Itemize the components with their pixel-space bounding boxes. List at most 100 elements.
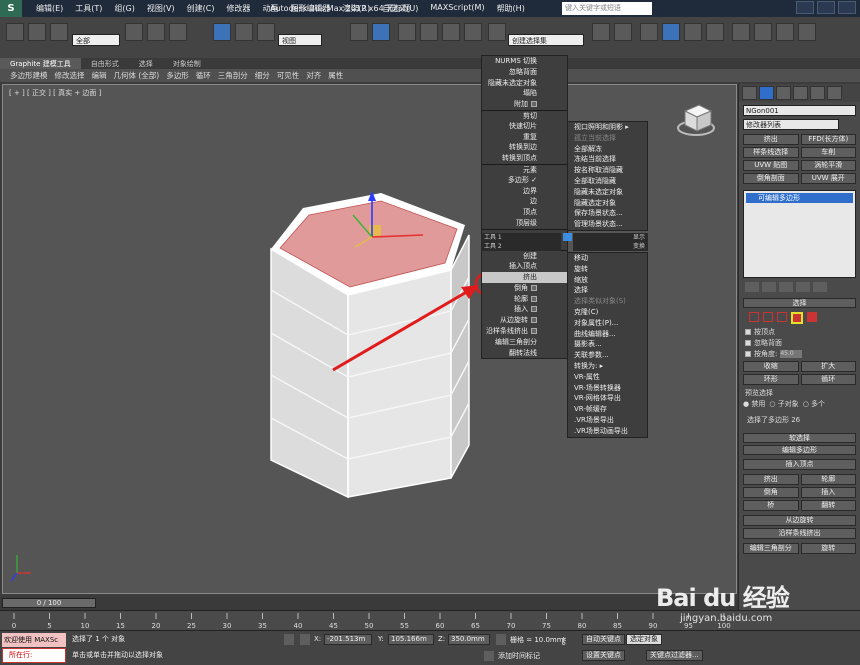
viewcube-icon[interactable] [677, 104, 715, 136]
quad-left-item-5[interactable]: 剪切 [482, 109, 567, 121]
selection-filter-dropdown[interactable]: 全部 [72, 34, 120, 46]
quad-right-bottom-item-11[interactable]: VR-属性 [568, 372, 647, 383]
modifier-list-dropdown[interactable]: 修改器列表 [743, 119, 839, 130]
border-level-icon[interactable] [777, 312, 787, 322]
flip-button[interactable]: 翻转 [800, 500, 856, 511]
render-setup-icon[interactable] [754, 23, 772, 41]
ribbon-panel-7[interactable]: 细分 [255, 70, 270, 81]
ribbon-panel-10[interactable]: 属性 [328, 70, 343, 81]
quad-left-item-2[interactable]: 隐藏未选定对象 [482, 78, 567, 89]
by-angle-checkbox[interactable]: 按角度: 45.0 [739, 348, 860, 359]
create-tab-icon[interactable] [742, 86, 757, 100]
modifier-button-1[interactable]: FFD(长方体) [800, 134, 856, 145]
quad-right-bottom-item-5[interactable]: 克隆(C) [568, 307, 647, 318]
maximize-button[interactable] [817, 1, 835, 14]
graphite-toggle-icon[interactable] [662, 23, 680, 41]
quad-right-bottom-item-1[interactable]: 旋转 [568, 264, 647, 275]
menu-item-0[interactable]: 编辑(E) [36, 3, 63, 14]
quad-right-bottom-item-0[interactable]: 移动 [568, 253, 647, 264]
ribbon-panel-0[interactable]: 多边形建模 [10, 70, 48, 81]
menu-item-4[interactable]: 创建(C) [187, 3, 215, 14]
quad-right-top-item-8[interactable]: 保存场景状态... [568, 208, 647, 219]
ribbon-panel-2[interactable]: 编辑 [92, 70, 107, 81]
snap-toggle-icon[interactable] [398, 23, 416, 41]
quad-right-bottom-item-13[interactable]: VR-网格体导出 [568, 393, 647, 404]
time-tag-icon[interactable] [484, 651, 494, 661]
quad-left-item-20[interactable]: 挤出 [482, 271, 567, 283]
turn-button[interactable]: 旋转 [800, 543, 856, 554]
add-time-tag[interactable]: 添加时间标记 [498, 651, 540, 661]
select-object-icon[interactable] [125, 23, 143, 41]
absolute-mode-icon[interactable] [300, 634, 310, 645]
rotate-icon[interactable] [235, 23, 253, 41]
redo-icon[interactable] [28, 23, 46, 41]
quad-left-item-1[interactable]: 忽略背面 [482, 67, 567, 78]
angle-snap-icon[interactable] [420, 23, 438, 41]
quad-left-item-11[interactable]: 多边形 ✓ [482, 175, 567, 186]
ngon-object[interactable] [270, 191, 470, 499]
modifier-button-2[interactable]: 样条线选择 [743, 147, 799, 158]
schematic-view-icon[interactable] [706, 23, 724, 41]
quad-right-top-item-0[interactable]: 视口照明和阴影 ▸ [568, 122, 647, 133]
ring-button[interactable]: 环形 [743, 374, 799, 385]
undo-icon[interactable] [6, 23, 24, 41]
ribbon-tab-0[interactable]: Graphite 建模工具 [0, 58, 81, 69]
mode-indicator[interactable]: 所在行: [2, 648, 66, 663]
modifier-button-4[interactable]: UVW 贴图 [743, 160, 799, 171]
shrink-button[interactable]: 收缩 [743, 361, 799, 372]
link-icon[interactable] [50, 23, 68, 41]
menu-item-10[interactable]: MAXScript(M) [430, 3, 484, 14]
mirror-icon[interactable] [592, 23, 610, 41]
ribbon-tab-1[interactable]: 自由形式 [81, 58, 129, 69]
settings-box-icon[interactable] [531, 327, 537, 334]
preview-option-0[interactable]: ● 禁用 [743, 399, 765, 409]
bridge-button[interactable]: 桥 [743, 500, 799, 511]
settings-box-icon[interactable] [531, 284, 537, 291]
hinge-from-edge-button[interactable]: 从边旋转 [743, 515, 856, 526]
select-manipulate-icon[interactable] [372, 23, 390, 41]
quad-left-item-19[interactable]: 插入顶点 [482, 261, 567, 272]
vertex-level-icon[interactable] [749, 312, 759, 322]
modifier-button-5[interactable]: 涡轮平滑 [800, 160, 856, 171]
grow-button[interactable]: 扩大 [800, 361, 856, 372]
quad-right-bottom-item-15[interactable]: .VR场景导出 [568, 415, 647, 426]
quad-left-item-9[interactable]: 转换到顶点 [482, 153, 567, 164]
insert-vertex-button[interactable]: 插入顶点 [743, 459, 856, 470]
modifier-button-6[interactable]: 倒角剖面 [743, 173, 799, 184]
edit-polygons-rollout[interactable]: 编辑多边形 [743, 445, 856, 455]
quad-right-bottom-item-16[interactable]: .VR场景动画导出 [568, 426, 647, 437]
ribbon-panel-8[interactable]: 可见性 [277, 70, 300, 81]
key-filters-button[interactable]: 关键点过滤器... [646, 650, 703, 661]
align-icon[interactable] [614, 23, 632, 41]
ignore-backface-checkbox[interactable]: 忽略背面 [739, 337, 860, 348]
time-slider[interactable]: 0 / 100 [0, 597, 738, 610]
edit-named-selection-icon[interactable] [488, 23, 506, 41]
quad-right-top-item-4[interactable]: 按名称取消隐藏 [568, 165, 647, 176]
quad-left-item-14[interactable]: 顶点 [482, 207, 567, 218]
remove-modifier-icon[interactable] [796, 282, 810, 292]
quad-right-top-item-9[interactable]: 管理场景状态... [568, 219, 647, 230]
pin-stack-icon[interactable] [745, 282, 759, 292]
quad-right-bottom-item-8[interactable]: 摄影表... [568, 339, 647, 350]
y-coordinate-field[interactable]: 105.166m [388, 634, 434, 645]
lock-selection-icon[interactable] [284, 634, 294, 645]
quad-left-item-26[interactable]: 编辑三角剖分 [482, 337, 567, 348]
utilities-tab-icon[interactable] [827, 86, 842, 100]
ribbon-tab-2[interactable]: 选择 [129, 58, 163, 69]
bevel-button[interactable]: 倒角 [743, 487, 799, 498]
edge-level-icon[interactable] [763, 312, 773, 322]
quad-left-item-0[interactable]: NURMS 切换 [482, 56, 567, 67]
loop-button[interactable]: 循环 [800, 374, 856, 385]
settings-box-icon[interactable] [531, 101, 537, 108]
app-logo-icon[interactable]: S [0, 0, 22, 17]
material-editor-icon[interactable] [732, 23, 750, 41]
quad-right-bottom-item-10[interactable]: 转换为: ▸ [568, 361, 647, 372]
ribbon-tab-3[interactable]: 对象绘制 [163, 58, 211, 69]
percent-snap-icon[interactable] [442, 23, 460, 41]
inset-button[interactable]: 插入 [800, 487, 856, 498]
maxscript-listener[interactable]: 欢迎使用 MAXSc [2, 633, 66, 647]
modifier-button-0[interactable]: 挤出 [743, 134, 799, 145]
z-coordinate-field[interactable]: 350.0mm [448, 634, 490, 645]
key-icon[interactable]: ⚷ [560, 637, 578, 647]
outline-button[interactable]: 轮廓 [800, 474, 856, 485]
